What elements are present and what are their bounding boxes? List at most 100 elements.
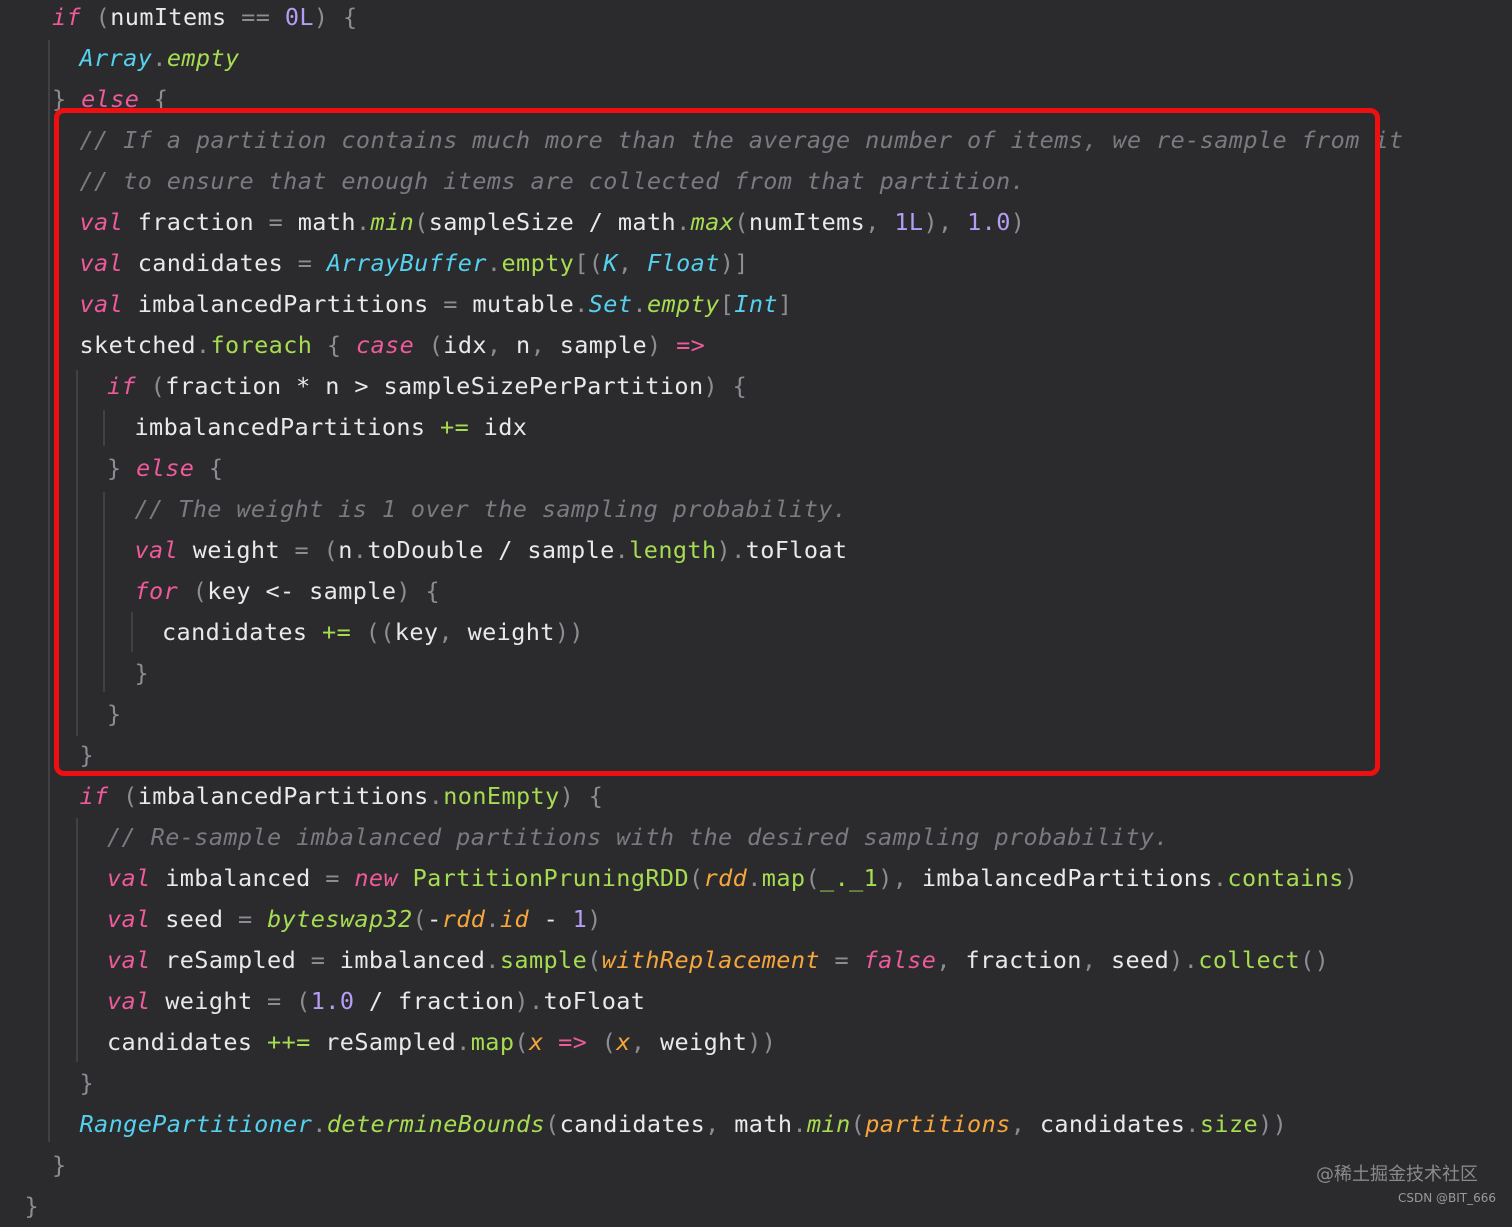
code-token: ( xyxy=(850,1110,866,1138)
code-token: = xyxy=(267,987,282,1015)
code-token: val xyxy=(107,987,151,1015)
code-token: ). xyxy=(1169,946,1199,974)
code-token: weight xyxy=(659,1028,748,1056)
code-line: } xyxy=(52,1145,67,1186)
code-token: , xyxy=(1010,1110,1040,1138)
code-line: val seed = byteswap32(-rdd.id - 1) xyxy=(107,899,602,940)
code-token: withReplacement xyxy=(601,946,820,974)
code-token: . xyxy=(747,864,762,892)
juejin-watermark: @稀土掘金技术社区 xyxy=(1316,1164,1478,1185)
code-token: . xyxy=(428,782,444,810)
code-token: , xyxy=(630,1028,660,1056)
code-token: if xyxy=(79,782,109,810)
code-token: RangePartitioner xyxy=(79,1110,313,1138)
code-token: ( xyxy=(689,864,704,892)
code-token: . xyxy=(485,946,500,974)
code-token: fraction xyxy=(965,946,1082,974)
code-line: } xyxy=(80,1063,95,1104)
code-token: , xyxy=(1081,946,1111,974)
code-token: id xyxy=(499,905,530,933)
code-line: RangePartitioner.determineBounds(candida… xyxy=(80,1104,1288,1145)
code-line: if (numItems == 0L) { xyxy=(52,0,358,38)
code-token: ( xyxy=(281,987,311,1015)
code-token: min xyxy=(807,1110,851,1138)
code-token: imbalancedPartitions xyxy=(921,864,1213,892)
code-token: ( xyxy=(545,1110,560,1138)
red-highlight-box xyxy=(54,108,1380,776)
code-token: _._1 xyxy=(820,864,879,892)
code-token: val xyxy=(107,946,151,974)
code-token: seed xyxy=(1110,946,1170,974)
indent-guide-line xyxy=(48,40,50,1142)
code-token: ( xyxy=(805,864,821,892)
code-line: val reSampled = imbalanced.sample(withRe… xyxy=(107,940,1329,981)
code-token: ), xyxy=(878,864,922,892)
code-line: if (imbalancedPartitions.nonEmpty) { xyxy=(80,776,604,817)
code-line: Array.empty xyxy=(80,38,240,79)
code-token: imbalancedPartitions xyxy=(137,782,429,810)
code-token: weight xyxy=(150,987,268,1015)
code-token: PartitionPruningRDD xyxy=(412,864,690,892)
code-token: = xyxy=(325,864,340,892)
code-token: - xyxy=(427,905,442,933)
code-token: x xyxy=(616,1028,631,1056)
code-token: reSampled xyxy=(150,946,311,974)
code-token: )) xyxy=(1258,1110,1288,1138)
code-token: . xyxy=(312,1110,327,1138)
code-line: val weight = (1.0 / fraction).toFloat xyxy=(107,981,645,1022)
code-token: . xyxy=(1185,1110,1200,1138)
csdn-watermark: CSDN @BIT_666 xyxy=(1397,1191,1496,1205)
code-token: } xyxy=(24,1192,40,1220)
code-token: / fraction xyxy=(354,987,515,1015)
indent-guide-line xyxy=(76,818,78,1062)
code-token: map xyxy=(761,864,806,892)
code-token: nonEmpty xyxy=(443,782,560,810)
code-token: ) { xyxy=(313,3,358,31)
code-token: ) { xyxy=(559,782,604,810)
code-token: )) xyxy=(747,1028,777,1056)
code-token: } xyxy=(52,1151,67,1179)
code-token: math xyxy=(734,1110,793,1138)
code-token: val xyxy=(107,864,151,892)
code-token: , xyxy=(936,946,966,974)
code-token: - xyxy=(529,905,573,933)
code-token: . xyxy=(485,905,500,933)
code-token: seed xyxy=(150,905,238,933)
code-token: candidates xyxy=(1039,1110,1186,1138)
code-token: val xyxy=(107,905,151,933)
code-token: . xyxy=(792,1110,807,1138)
code-token: , xyxy=(705,1110,735,1138)
code-token: candidates xyxy=(559,1110,706,1138)
code-token: size xyxy=(1199,1110,1259,1138)
code-token: empty xyxy=(166,44,240,72)
code-line: candidates ++= reSampled.map(x => (x, we… xyxy=(107,1022,776,1063)
code-token: ( xyxy=(587,946,602,974)
code-token: } xyxy=(79,1069,95,1097)
code-token: candidates xyxy=(107,1028,268,1056)
code-token: false xyxy=(863,946,937,974)
code-token: . xyxy=(152,44,167,72)
code-token: ) xyxy=(587,905,602,933)
code-token: = xyxy=(819,946,864,974)
code-token: ++= xyxy=(267,1028,311,1056)
code-token: 1 xyxy=(572,905,588,933)
code-token: determineBounds xyxy=(326,1110,546,1138)
code-token: collect xyxy=(1198,946,1301,974)
code-token: . xyxy=(456,1028,471,1056)
code-token: numItems xyxy=(110,3,227,31)
code-token: // Re-sample imbalanced partitions with … xyxy=(107,823,1170,851)
code-token: ( xyxy=(412,905,428,933)
code-token: map xyxy=(470,1028,515,1056)
code-token: x xyxy=(528,1028,544,1056)
code-token: contains xyxy=(1227,864,1344,892)
code-token: rdd xyxy=(703,864,748,892)
code-token: byteswap32 xyxy=(267,905,413,933)
code-token: if xyxy=(52,3,82,31)
code-token: 0L xyxy=(284,3,314,31)
code-token: sample xyxy=(499,946,588,974)
code-token: ). xyxy=(514,987,544,1015)
code-token: () xyxy=(1300,946,1330,974)
code-line: val imbalanced = new PartitionPruningRDD… xyxy=(107,858,1358,899)
code-editor[interactable]: if (numItems == 0L) {Array.empty} else {… xyxy=(0,0,1512,1220)
